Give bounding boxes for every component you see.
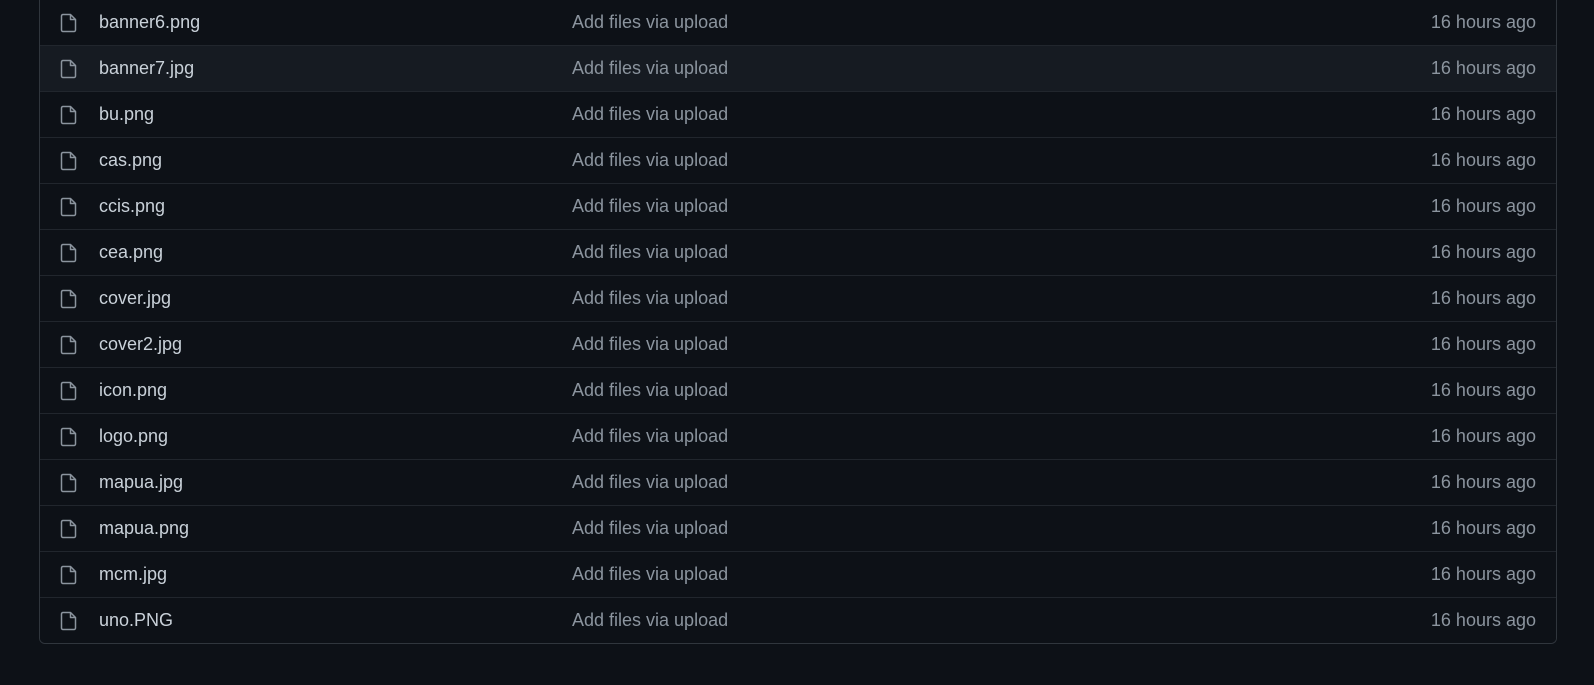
- commit-message-link[interactable]: Add files via upload: [572, 46, 728, 91]
- file-icon: [60, 105, 80, 125]
- commit-message-link[interactable]: Add files via upload: [572, 460, 728, 505]
- file-name-link[interactable]: ccis.png: [99, 184, 165, 229]
- commit-message-link[interactable]: Add files via upload: [572, 276, 728, 321]
- commit-message-link[interactable]: Add files via upload: [572, 184, 728, 229]
- commit-message-link[interactable]: Add files via upload: [572, 506, 728, 551]
- file-icon: [60, 565, 80, 585]
- commit-age: 16 hours ago: [1430, 472, 1536, 492]
- file-name-link[interactable]: cover2.jpg: [99, 322, 182, 367]
- file-icon: [60, 13, 80, 33]
- file-row[interactable]: mapua.png Add files via upload 16 hours …: [40, 505, 1556, 551]
- file-name-link[interactable]: banner7.jpg: [99, 46, 194, 91]
- file-icon: [60, 381, 80, 401]
- file-name-link[interactable]: cea.png: [99, 230, 163, 275]
- file-name-link[interactable]: logo.png: [99, 414, 168, 459]
- commit-message-link[interactable]: Add files via upload: [572, 598, 728, 643]
- commit-age: 16 hours ago: [1430, 426, 1536, 446]
- commit-age: 16 hours ago: [1430, 12, 1536, 32]
- file-row[interactable]: cas.png Add files via upload 16 hours ag…: [40, 137, 1556, 183]
- file-name-link[interactable]: bu.png: [99, 92, 154, 137]
- commit-age: 16 hours ago: [1430, 334, 1536, 354]
- file-icon: [60, 197, 80, 217]
- commit-age: 16 hours ago: [1430, 242, 1536, 262]
- commit-message-link[interactable]: Add files via upload: [572, 92, 728, 137]
- file-name-link[interactable]: mapua.jpg: [99, 460, 183, 505]
- commit-age: 16 hours ago: [1430, 380, 1536, 400]
- file-row[interactable]: logo.png Add files via upload 16 hours a…: [40, 413, 1556, 459]
- file-icon: [60, 335, 80, 355]
- file-icon: [60, 243, 80, 263]
- file-row[interactable]: mcm.jpg Add files via upload 16 hours ag…: [40, 551, 1556, 597]
- commit-age: 16 hours ago: [1430, 58, 1536, 78]
- file-name-link[interactable]: banner6.png: [99, 0, 200, 45]
- file-icon: [60, 427, 80, 447]
- file-name-link[interactable]: mapua.png: [99, 506, 189, 551]
- commit-age: 16 hours ago: [1430, 518, 1536, 538]
- commit-message-link[interactable]: Add files via upload: [572, 322, 728, 367]
- commit-message-link[interactable]: Add files via upload: [572, 230, 728, 275]
- commit-age: 16 hours ago: [1430, 150, 1536, 170]
- commit-message-link[interactable]: Add files via upload: [572, 0, 728, 45]
- file-row[interactable]: banner6.png Add files via upload 16 hour…: [40, 0, 1556, 45]
- file-row[interactable]: mapua.jpg Add files via upload 16 hours …: [40, 459, 1556, 505]
- file-icon: [60, 151, 80, 171]
- commit-age: 16 hours ago: [1430, 288, 1536, 308]
- file-icon: [60, 289, 80, 309]
- commit-age: 16 hours ago: [1430, 564, 1536, 584]
- commit-message-link[interactable]: Add files via upload: [572, 414, 728, 459]
- file-list-table: banner6.png Add files via upload 16 hour…: [39, 0, 1557, 644]
- file-row[interactable]: cover2.jpg Add files via upload 16 hours…: [40, 321, 1556, 367]
- file-row[interactable]: uno.PNG Add files via upload 16 hours ag…: [40, 597, 1556, 643]
- file-name-link[interactable]: uno.PNG: [99, 598, 173, 643]
- file-icon: [60, 519, 80, 539]
- file-row[interactable]: cea.png Add files via upload 16 hours ag…: [40, 229, 1556, 275]
- commit-message-link[interactable]: Add files via upload: [572, 552, 728, 597]
- file-row[interactable]: icon.png Add files via upload 16 hours a…: [40, 367, 1556, 413]
- commit-message-link[interactable]: Add files via upload: [572, 138, 728, 183]
- commit-message-link[interactable]: Add files via upload: [572, 368, 728, 413]
- file-name-link[interactable]: icon.png: [99, 368, 167, 413]
- commit-age: 16 hours ago: [1430, 610, 1536, 630]
- file-name-link[interactable]: mcm.jpg: [99, 552, 167, 597]
- commit-age: 16 hours ago: [1430, 104, 1536, 124]
- file-icon: [60, 59, 80, 79]
- file-icon: [60, 473, 80, 493]
- file-icon: [60, 611, 80, 631]
- commit-age: 16 hours ago: [1430, 196, 1536, 216]
- file-row[interactable]: ccis.png Add files via upload 16 hours a…: [40, 183, 1556, 229]
- file-row[interactable]: cover.jpg Add files via upload 16 hours …: [40, 275, 1556, 321]
- file-row[interactable]: banner7.jpg Add files via upload 16 hour…: [40, 45, 1556, 91]
- file-row[interactable]: bu.png Add files via upload 16 hours ago: [40, 91, 1556, 137]
- file-name-link[interactable]: cas.png: [99, 138, 162, 183]
- file-name-link[interactable]: cover.jpg: [99, 276, 171, 321]
